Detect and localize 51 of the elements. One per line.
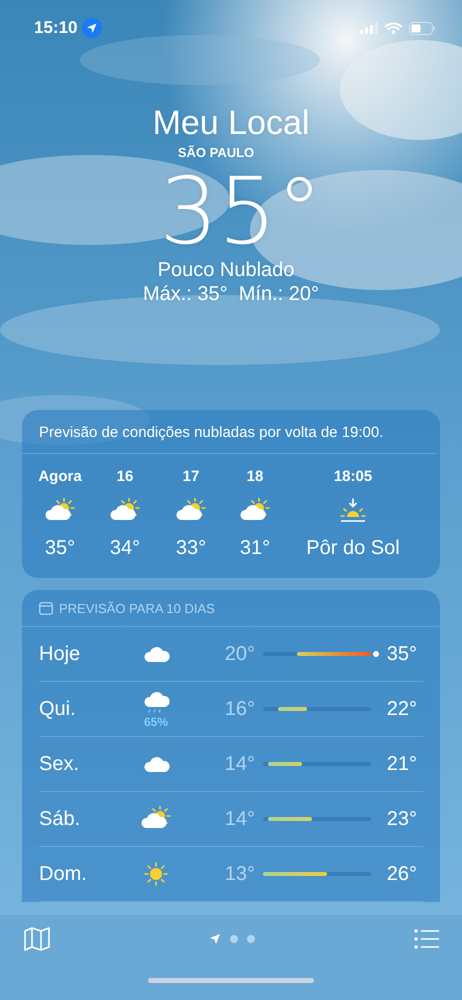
condition-text: Pouco Nublado xyxy=(158,258,294,282)
hour-label: 18 xyxy=(246,468,264,486)
sunset-icon xyxy=(338,498,368,524)
calendar-icon xyxy=(39,602,53,615)
low-temperature: 20° xyxy=(224,642,255,666)
page-dot[interactable] xyxy=(230,935,238,943)
page-dot[interactable] xyxy=(247,935,255,943)
cloud-icon xyxy=(142,644,170,664)
high-temperature: 21° xyxy=(386,752,417,776)
cloud-icon xyxy=(142,754,170,774)
temperature-range-bar xyxy=(278,707,308,711)
location-title: Meu Local xyxy=(152,103,310,143)
low-temperature: 13° xyxy=(224,862,255,886)
hour-temperature: 34° xyxy=(110,536,140,560)
low-temperature: 14° xyxy=(224,808,255,830)
day-name: Dom. xyxy=(39,862,88,886)
hour-label: 18:05 xyxy=(334,468,372,486)
low-temperature: 14° xyxy=(224,752,255,776)
day-name: Qui. xyxy=(39,698,77,720)
status-time: 15:10 xyxy=(34,18,78,38)
hour-label: 17 xyxy=(182,468,200,486)
battery-icon xyxy=(409,22,436,34)
temperature-range-bar xyxy=(268,817,312,821)
high-temperature: 23° xyxy=(386,808,417,830)
city-name: SÃO PAULO xyxy=(178,145,254,160)
sun-icon xyxy=(143,861,169,887)
high-temperature: 22° xyxy=(386,698,417,720)
wifi-icon xyxy=(385,22,402,34)
rain-cloud-icon xyxy=(142,689,170,715)
daily-forecast-title: PREVISÃO PARA 10 DIAS xyxy=(59,601,215,616)
location-page-icon[interactable] xyxy=(209,933,221,945)
high-low-text: Máx.: 35° Mín.: 20° xyxy=(142,282,320,306)
hour-label: 16 xyxy=(116,468,134,486)
map-icon[interactable] xyxy=(24,927,50,951)
high-temperature: 26° xyxy=(386,862,417,886)
forecast-summary: Previsão de condições nubladas por volta de 19:00. xyxy=(22,410,438,454)
day-name: Sáb. xyxy=(39,808,82,830)
hour-label: Agora xyxy=(38,468,82,486)
hour-temperature: 33° xyxy=(176,536,206,560)
hour-temperature: Pôr do Sol xyxy=(306,536,400,560)
list-icon[interactable] xyxy=(414,929,440,949)
high-temperature: 35° xyxy=(386,642,417,666)
low-temperature: 16° xyxy=(224,698,255,720)
precipitation-chance: 65% xyxy=(144,715,168,729)
hour-temperature: 35° xyxy=(44,536,76,560)
temperature-range-bar xyxy=(263,872,327,876)
signal-icon xyxy=(360,22,378,34)
day-name: Sex. xyxy=(39,752,80,776)
temperature-range-bar xyxy=(268,762,302,766)
hour-temperature: 31° xyxy=(240,536,270,560)
day-name: Hoje xyxy=(39,642,82,666)
